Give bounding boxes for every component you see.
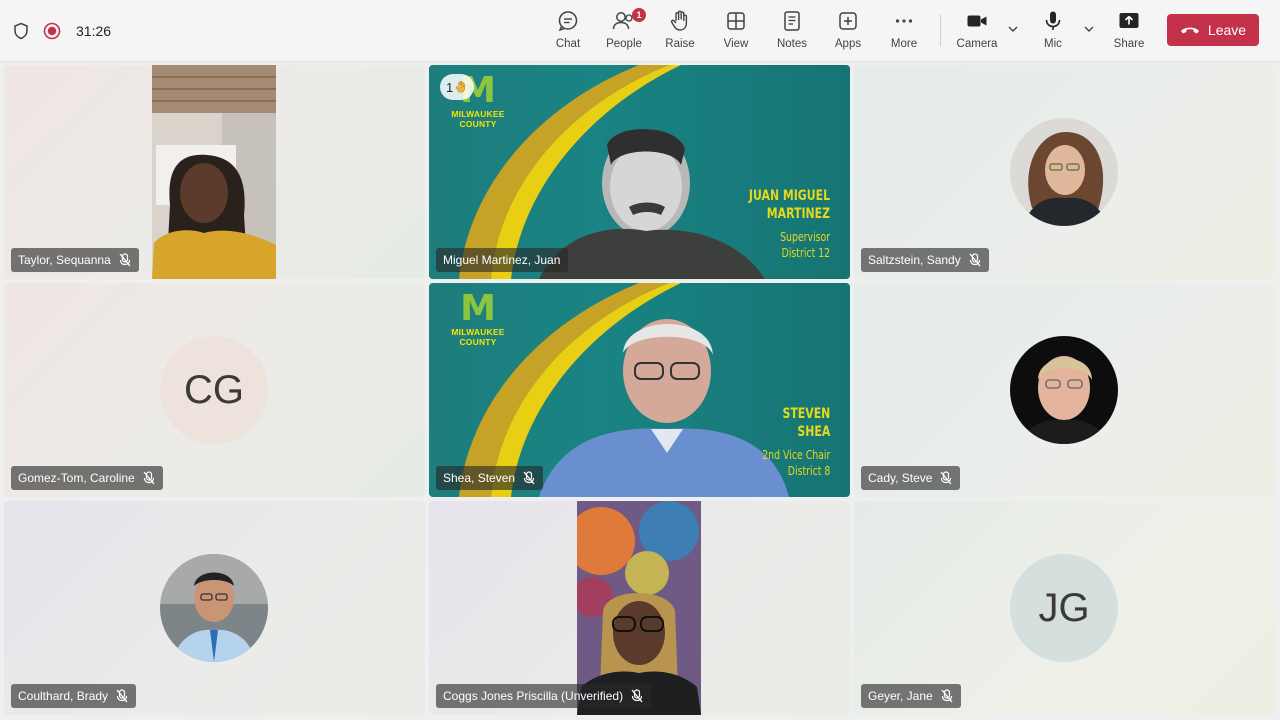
participant-name-tag: Saltzstein, Sandy (861, 248, 989, 272)
add-apps-icon (839, 12, 857, 30)
banner-title: Supervisor District 12 (779, 230, 830, 260)
participant-name-tag: Geyer, Jane (861, 684, 961, 708)
chat-icon (558, 11, 578, 32)
share-screen-icon (1119, 13, 1139, 28)
avatar-initials: JG (1010, 554, 1118, 662)
mic-off-icon (940, 471, 952, 485)
participant-tile[interactable]: Coggs Jones Priscilla (Unverified) (429, 501, 850, 715)
avatar-initials: CG (160, 336, 268, 444)
chevron-down-icon (1008, 26, 1018, 32)
participant-video (577, 501, 701, 715)
mic-off-icon (119, 253, 131, 267)
banner-name: JUAN MIGUEL MARTINEZ (748, 188, 830, 222)
participant-tile[interactable]: CG Gomez-Tom, Caroline (4, 283, 425, 497)
organization-logo: M MILWAUKEE COUNTY (451, 288, 505, 348)
grid-view-icon (727, 12, 745, 30)
leave-button[interactable]: Leave (1167, 14, 1259, 46)
raise-hand-button[interactable]: Raise (652, 8, 708, 56)
leave-label: Leave (1207, 22, 1247, 38)
more-button[interactable]: More (876, 8, 932, 56)
mic-off-icon (941, 689, 953, 703)
mic-off-icon (631, 689, 643, 703)
raised-hand-indicator: 1 (440, 74, 475, 100)
people-badge: 1 (632, 8, 646, 22)
participant-name-tag: Taylor, Sequanna (11, 248, 139, 272)
microphone-icon (1045, 11, 1061, 30)
toolbar-divider (940, 14, 941, 46)
mic-button[interactable]: Mic (1025, 8, 1081, 56)
participant-video (152, 65, 276, 279)
participant-name-tag: Coggs Jones Priscilla (Unverified) (436, 684, 652, 708)
chevron-down-icon (1084, 26, 1094, 32)
branded-background: M MILWAUKEE COUNTY JUAN MIGUEL MARTINEZ … (429, 65, 850, 279)
participant-tile[interactable]: Taylor, Sequanna (4, 65, 425, 279)
participant-tile[interactable]: Saltzstein, Sandy (854, 65, 1275, 279)
participant-name-tag: Coulthard, Brady (11, 684, 137, 708)
avatar (1010, 336, 1118, 444)
camera-button[interactable]: Camera (949, 8, 1005, 56)
participant-tile-active-speaker[interactable]: M MILWAUKEE COUNTY JUAN MIGUEL MARTINEZ … (429, 65, 850, 279)
mic-off-icon (969, 253, 981, 267)
banner-title: 2nd Vice Chair District 8 (761, 448, 830, 478)
hang-up-icon (1180, 27, 1199, 34)
participant-tile[interactable]: Cady, Steve (854, 283, 1275, 497)
mic-off-icon (143, 471, 155, 485)
notes-icon (784, 11, 800, 31)
participant-name-tag: Cady, Steve (861, 466, 961, 490)
meeting-timer: 31:26 (76, 23, 112, 39)
shield-icon (14, 22, 28, 40)
banner-name: STEVEN SHEA (782, 406, 830, 440)
avatar (160, 554, 268, 662)
participant-name-tag: Miguel Martinez, Juan (436, 248, 569, 272)
branded-background: M MILWAUKEE COUNTY STEVEN SHEA 2nd Vice … (429, 283, 850, 497)
avatar (1010, 118, 1118, 226)
chat-button[interactable]: Chat (540, 8, 596, 56)
raise-hand-icon (456, 80, 466, 93)
view-button[interactable]: View (708, 8, 764, 56)
mic-off-icon (116, 689, 128, 703)
meeting-toolbar: 31:26 Chat 1 People Raise View Notes App… (0, 0, 1280, 62)
participant-tile[interactable]: Coulthard, Brady (4, 501, 425, 715)
mic-off-icon (523, 471, 535, 485)
raise-hand-icon (670, 10, 688, 31)
participant-name-tag: Shea, Steven (436, 466, 544, 490)
participant-tile[interactable]: JG Geyer, Jane (854, 501, 1275, 715)
participant-tile[interactable]: M MILWAUKEE COUNTY STEVEN SHEA 2nd Vice … (429, 283, 850, 497)
apps-button[interactable]: Apps (820, 8, 876, 56)
camera-options-caret[interactable] (1006, 22, 1020, 36)
notes-button[interactable]: Notes (764, 8, 820, 56)
mic-options-caret[interactable] (1082, 22, 1096, 36)
share-button[interactable]: Share (1101, 8, 1157, 56)
people-button[interactable]: 1 People (596, 8, 652, 56)
more-dots-icon (895, 19, 913, 23)
camera-icon (967, 15, 987, 27)
meeting-status: 31:26 (12, 18, 111, 44)
recording-icon (43, 22, 61, 40)
participant-name-tag: Gomez-Tom, Caroline (11, 466, 163, 490)
